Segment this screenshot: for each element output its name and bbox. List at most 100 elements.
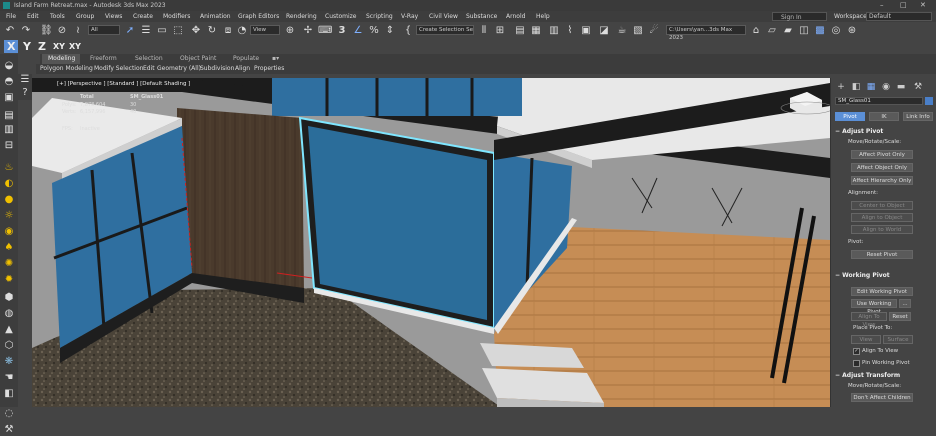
stack-icon[interactable]: ▥ bbox=[3, 124, 15, 136]
sun-icon[interactable]: ☼ bbox=[3, 210, 15, 222]
place-surface-button[interactable]: Surface bbox=[883, 335, 913, 344]
dont-affect-children-button[interactable]: Don't Affect Children bbox=[851, 393, 913, 402]
curve-editor-icon[interactable]: ⌇ bbox=[564, 24, 576, 37]
shader-icon[interactable]: ◧ bbox=[3, 388, 15, 400]
angle-snap-icon[interactable]: ∠ bbox=[352, 24, 364, 37]
sphere-light-icon[interactable]: ● bbox=[3, 194, 15, 206]
working-pivot-header[interactable]: − Working Pivot bbox=[835, 272, 890, 279]
maximize-button[interactable]: □ bbox=[900, 0, 907, 11]
project-path-dropdown[interactable]: C:\Users\yan...3ds Max 2023 bbox=[666, 25, 746, 41]
vray-settings-icon[interactable]: ⊛ bbox=[846, 24, 858, 37]
pin-working-pivot-checkbox[interactable] bbox=[853, 360, 860, 367]
menu-vray[interactable]: V-Ray bbox=[401, 11, 418, 22]
render-setup-icon[interactable]: ☕ bbox=[616, 24, 628, 37]
vray-render-icon[interactable]: ▩ bbox=[814, 24, 826, 37]
boxes-icon[interactable]: ▤ bbox=[3, 110, 15, 122]
menu-help[interactable]: Help bbox=[536, 11, 550, 22]
undo-icon[interactable]: ↶ bbox=[4, 24, 16, 37]
unlink-icon[interactable]: ⊘ bbox=[56, 24, 68, 37]
menu-graph-editors[interactable]: Graph Editors bbox=[238, 11, 279, 22]
rendered-frame-icon[interactable]: ▧ bbox=[632, 24, 644, 37]
hand-icon[interactable]: ☚ bbox=[3, 372, 15, 384]
menu-scripting[interactable]: Scripting bbox=[366, 11, 393, 22]
cube-icon[interactable]: ⬢ bbox=[3, 292, 15, 304]
material-editor-icon[interactable]: ◪ bbox=[598, 24, 610, 37]
affect-pivot-only-button[interactable]: Affect Pivot Only bbox=[851, 150, 913, 159]
panel-subdivision[interactable]: Subdivision bbox=[200, 64, 234, 74]
workspaces-dropdown[interactable]: Default bbox=[866, 12, 932, 21]
menu-civil-view[interactable]: Civil View bbox=[429, 11, 458, 22]
container-icon[interactable]: ⊟ bbox=[3, 140, 15, 152]
affect-object-only-button[interactable]: Affect Object Only bbox=[851, 163, 913, 172]
keyboard-shortcut-icon[interactable]: ⌨ bbox=[318, 24, 332, 37]
menu-modifiers[interactable]: Modifiers bbox=[163, 11, 190, 22]
skylight-icon[interactable]: ✺ bbox=[3, 258, 15, 270]
selection-filter-dropdown[interactable]: All bbox=[88, 25, 120, 35]
bind-spacewarp-icon[interactable]: ≀ bbox=[72, 24, 84, 37]
utilities-tab-icon[interactable]: ⚒ bbox=[913, 82, 923, 92]
list-icon[interactable]: ☰ bbox=[19, 74, 31, 86]
create-icon[interactable]: ◒ bbox=[3, 60, 15, 72]
percent-snap-icon[interactable]: % bbox=[368, 24, 380, 37]
display-tab-icon[interactable]: ▬ bbox=[896, 82, 906, 92]
window-crossing-icon[interactable]: ⬚ bbox=[172, 24, 184, 37]
create-tab-icon[interactable]: + bbox=[836, 82, 846, 92]
menu-rendering[interactable]: Rendering bbox=[286, 11, 317, 22]
helper-icon[interactable]: ◐ bbox=[3, 178, 15, 190]
tab-object-paint[interactable]: Object Paint bbox=[180, 54, 216, 64]
sun-light-icon[interactable]: ✹ bbox=[3, 274, 15, 286]
lamp-icon[interactable]: ♠ bbox=[3, 242, 15, 254]
cone-icon[interactable]: ▲ bbox=[3, 324, 15, 336]
axis-z-button[interactable]: Z bbox=[38, 40, 46, 53]
rectangular-selection-icon[interactable]: ▭ bbox=[156, 24, 168, 37]
axis-xy-cycle-button[interactable]: XY bbox=[69, 40, 81, 53]
ribbon-options-icon[interactable]: ▪▾ bbox=[272, 54, 279, 64]
rotate-icon[interactable]: ↻ bbox=[206, 24, 218, 37]
redo-icon[interactable]: ↷ bbox=[20, 24, 32, 37]
graphite-toolbar-icon[interactable]: ▥ bbox=[548, 24, 560, 37]
working-pivot-options-button[interactable]: ... bbox=[899, 299, 911, 308]
place-icon[interactable]: ◔ bbox=[236, 24, 248, 37]
move-icon[interactable]: ✥ bbox=[190, 24, 202, 37]
geometry-icon[interactable]: ⬡ bbox=[3, 340, 15, 352]
reference-coordinate-dropdown[interactable]: View bbox=[250, 25, 280, 35]
perspective-viewport[interactable]: [+] [Perspective ] [Standard ] [Default … bbox=[32, 78, 830, 407]
menu-substance[interactable]: Substance bbox=[466, 11, 497, 22]
menu-views[interactable]: Views bbox=[105, 11, 122, 22]
axis-y-button[interactable]: Y bbox=[23, 40, 31, 53]
align-to-view-checkbox[interactable]: ✓ bbox=[853, 348, 860, 355]
center-to-object-button[interactable]: Center to Object bbox=[851, 201, 913, 210]
spinner-snap-icon[interactable]: ⇕ bbox=[384, 24, 396, 37]
place-view-button[interactable]: View bbox=[851, 335, 881, 344]
help-icon[interactable]: ? bbox=[19, 87, 31, 99]
pivot-tab[interactable]: Pivot bbox=[835, 112, 865, 121]
particle-icon[interactable]: ❋ bbox=[3, 356, 15, 368]
layer-explorer-icon[interactable]: ▦ bbox=[530, 24, 542, 37]
menu-tools[interactable]: Tools bbox=[50, 11, 65, 22]
vray-ipr-icon[interactable]: ◎ bbox=[830, 24, 842, 37]
snaps-toggle-icon[interactable]: 3 bbox=[336, 24, 348, 37]
tab-selection[interactable]: Selection bbox=[135, 54, 163, 64]
schematic-view-icon[interactable]: ▣ bbox=[580, 24, 592, 37]
viewport-label[interactable]: [+] [Perspective ] [Standard ] [Default … bbox=[57, 81, 190, 87]
align-to-world-button[interactable]: Align to World bbox=[851, 225, 913, 234]
edit-working-pivot-button[interactable]: Edit Working Pivot bbox=[851, 287, 913, 296]
link-info-tab[interactable]: Link Info bbox=[903, 112, 933, 121]
select-by-name-icon[interactable]: ☰ bbox=[140, 24, 152, 37]
render-production-icon[interactable]: ☄ bbox=[648, 24, 660, 37]
tab-populate[interactable]: Populate bbox=[233, 54, 259, 64]
panel-align[interactable]: Align bbox=[235, 64, 250, 74]
save-folder-icon[interactable]: ▰ bbox=[782, 24, 794, 37]
display-icon[interactable]: ▣ bbox=[3, 92, 15, 104]
mirror-icon[interactable]: ⫴ bbox=[478, 24, 490, 37]
pivot-center-icon[interactable]: ⊕ bbox=[284, 24, 296, 37]
modify-tab-icon[interactable]: ◧ bbox=[851, 82, 861, 92]
wrench-icon[interactable]: ⚒ bbox=[3, 424, 15, 436]
ik-tab[interactable]: IK bbox=[869, 112, 899, 121]
motion-tab-icon[interactable]: ◉ bbox=[881, 82, 891, 92]
menu-create[interactable]: Create bbox=[133, 11, 153, 22]
reset-working-pivot-button[interactable]: Reset bbox=[889, 312, 911, 321]
named-selection-set-dropdown[interactable]: Create Selection Se bbox=[416, 25, 474, 35]
menu-file[interactable]: File bbox=[6, 11, 16, 22]
tab-freeform[interactable]: Freeform bbox=[90, 54, 117, 64]
